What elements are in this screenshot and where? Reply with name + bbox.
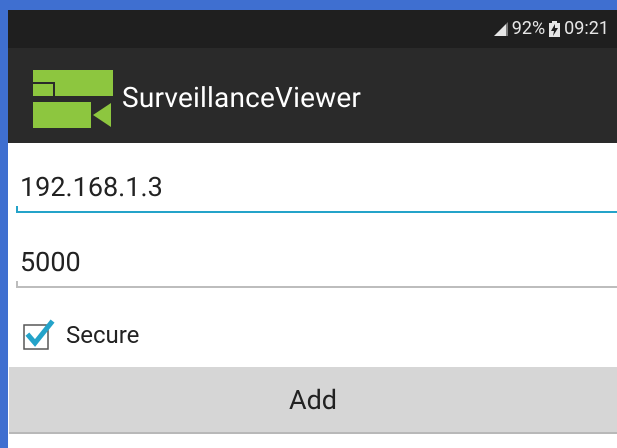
battery-percent: 92%	[511, 18, 546, 39]
secure-checkbox[interactable]	[23, 319, 55, 351]
host-field	[16, 165, 617, 213]
add-button[interactable]: Add	[9, 367, 617, 434]
secure-label: Secure	[66, 321, 140, 349]
app-logo-icon	[33, 70, 113, 128]
app-screen: 92% 09:21 SurveillanceViewer 192.168.1.3…	[8, 10, 617, 448]
host-input[interactable]	[16, 165, 617, 209]
status-time: 09:21	[564, 18, 609, 39]
status-indicators: 92% 09:21	[492, 18, 609, 39]
port-underline	[16, 281, 617, 288]
status-bar: 92% 09:21	[8, 10, 617, 48]
host-underline	[16, 206, 617, 213]
battery-charging-icon	[549, 20, 561, 37]
add-camera-form: Secure Add	[8, 143, 617, 448]
signal-icon	[493, 21, 508, 36]
port-input[interactable]	[16, 240, 617, 284]
action-bar: SurveillanceViewer	[8, 48, 617, 143]
port-field	[16, 240, 617, 288]
app-title: SurveillanceViewer	[122, 81, 362, 114]
secure-checkbox-row[interactable]: Secure	[23, 315, 139, 355]
